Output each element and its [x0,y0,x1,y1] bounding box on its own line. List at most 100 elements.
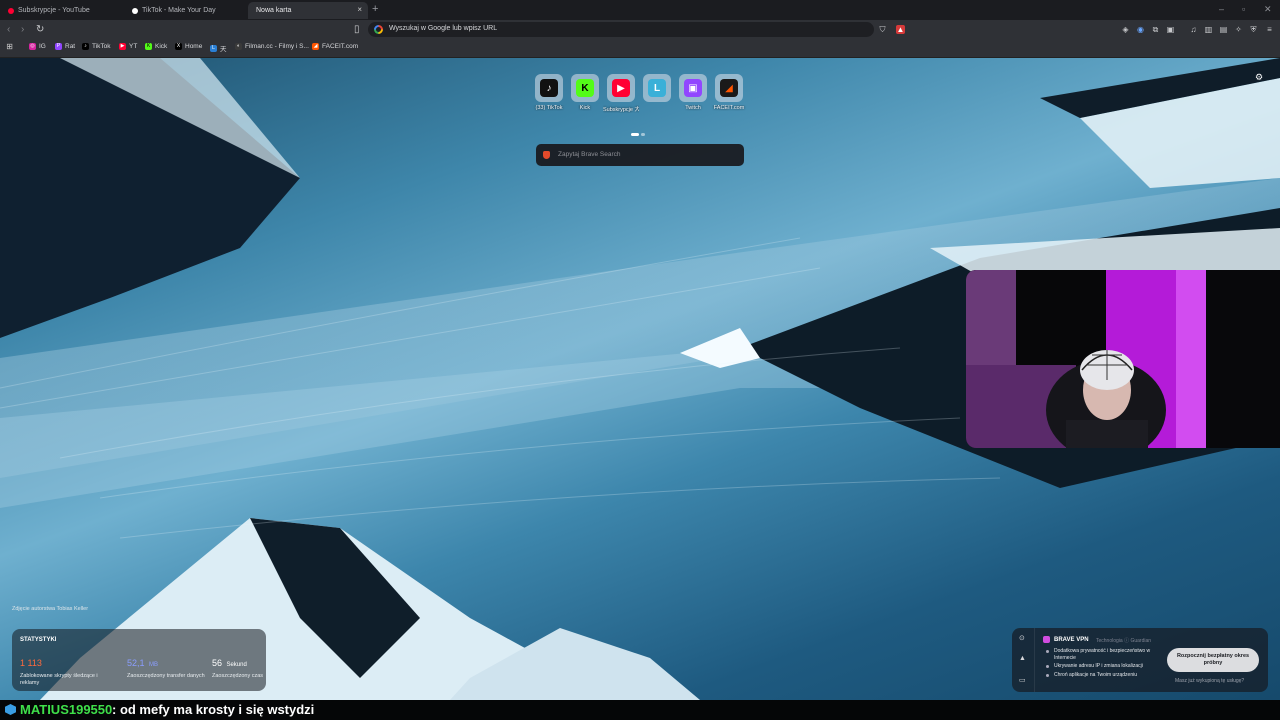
bookmark-item[interactable]: L天 [210,43,227,53]
maximize-button[interactable]: ▫ [1242,4,1245,14]
brave-search-box[interactable]: Zapytaj Brave Search [536,144,744,166]
bookmark-label: YT [129,43,138,50]
bookmark-label: FACEIT.com [322,43,359,50]
vpn-title-text: BRAVE VPN [1054,636,1089,643]
tab-title: Nowa karta [256,7,292,14]
youtube-icon: ▶ [612,79,630,97]
top-sites-pager[interactable] [631,123,647,141]
window-icon[interactable]: ▤ [1219,25,1228,34]
webcam-overlay [966,270,1280,448]
bookmark-item[interactable]: K Kick [145,43,167,50]
new-tab-button[interactable]: + [372,3,378,15]
bookmark-item[interactable]: ▶ YT [119,43,137,50]
address-placeholder: Wyszukaj w Google lub wpisz URL [389,25,498,32]
chat-overlay: MATIUS199550 : od mefy ma krosty i się w… [0,700,1280,720]
top-site-kick[interactable]: K Kick [567,74,603,111]
youtube-icon [8,7,14,14]
minimize-button[interactable]: – [1219,4,1224,14]
bookmarks-bar: ⊞ ◎ IG P Rat ♪ TikTok ▶ YT K Kick X Home L天 ◐ F… [0,40,1280,58]
bookmark-label: Filman.cc - Filmy i S... [245,43,309,50]
tab-youtube[interactable]: Subskrypcje - YouTube [0,2,120,19]
list-item: Ukrywanie adresu IP i zmiana lokalizacji [1046,663,1162,670]
kick-icon: K [576,79,594,97]
forward-icon[interactable]: › [21,24,24,35]
bookmark-item[interactable]: ♪ TikTok [82,43,111,50]
start-trial-button[interactable]: Rozpocznij bezpłatny okres próbny [1167,648,1259,672]
tab-tiktok[interactable]: TikTok - Make Your Day [124,2,244,19]
stat-unit: MB [148,662,158,668]
card-switcher: ⊙ ▲ ▭ [1012,628,1035,692]
brave-rewards-icon[interactable]: ▲ [896,25,905,34]
media-icon[interactable]: ♫ [1189,25,1198,34]
kick-icon: K [145,43,152,50]
already-purchased-link[interactable]: Masz już wykupioną tę usługę? [1175,678,1244,684]
brave-shields-icon[interactable]: ⛉ [878,25,887,34]
bookmark-label: Rat [65,43,76,50]
x-icon: X [175,43,182,50]
list-item: Dodatkowa prywatność i bezpieczeństwo w … [1046,648,1162,661]
top-site-twitch[interactable]: ▣ Twitch [675,74,711,111]
twitch-icon: ▣ [684,79,702,97]
apps-icon[interactable]: ⊞ [6,43,13,51]
bookmark-icon[interactable]: ▯ [354,24,360,35]
bookmark-item[interactable]: ◐ Filman.cc - Filmy i S... [235,43,309,50]
bookmark-favicon-icon: P [55,43,62,50]
vpn-rail-icon[interactable]: ⊙ [1019,634,1025,642]
faceit-icon: ◢ [720,79,738,97]
stat-description: Zaoszczędzony czas [212,673,264,679]
stat-value: 52,1 [127,658,145,668]
chat-badge-icon [5,704,16,715]
warning-icon[interactable]: ▲ [1019,655,1026,662]
extension-icon[interactable]: ◈ [1121,25,1130,34]
close-window-button[interactable]: ✕ [1264,4,1272,15]
bookmark-item[interactable]: ◎ IG [29,43,46,50]
stat-description: Zaoszczędzony transfer danych [127,673,205,679]
stat-time: 56 Sekund Zaoszczędzony czas [212,653,264,680]
stats-heading: STATYSTYKI [20,637,57,643]
tab-new-tab[interactable]: Nowa karta × [248,2,368,19]
stat-bandwidth: 52,1 MB Zaoszczędzony transfer danych [127,653,207,680]
chat-message: : od mefy ma krosty i się wstydzi [112,702,315,717]
back-icon[interactable]: ‹ [7,24,10,35]
sidebar-icon[interactable]: ▥ [1204,25,1213,34]
bookmark-label: Kick [155,43,168,50]
bookmark-item[interactable]: P Rat [55,43,75,50]
top-site-label: Twitch [685,105,701,111]
search-placeholder: Zapytaj Brave Search [558,151,621,158]
top-site-label: Kick [579,105,591,111]
wallet-icon[interactable]: ◉ [1136,25,1145,34]
top-site-label: Subskrypcje 大上天 Fill... [603,107,639,113]
site-l-icon: L [648,79,666,97]
list-item: Chroń aplikacje na Twoim urządzeniu [1046,672,1162,679]
tab-title: TikTok - Make Your Day [142,7,216,14]
address-bar[interactable]: Wyszukaj w Google lub wpisz URL [368,22,874,37]
vpn-icon[interactable]: ⛨ [1249,25,1258,34]
puzzle-icon[interactable]: ⧉ [1151,25,1160,34]
top-site-label: (33) TikTok [535,105,563,111]
brave-lion-icon [543,151,550,159]
stats-widget: STATYSTYKI 1 113 Zablokowane skrypty śle… [12,629,266,691]
tab-title: Subskrypcje - YouTube [18,7,90,14]
bookmark-item[interactable]: X Home [175,43,202,50]
youtube-icon: ▶ [119,43,126,50]
top-site-tiktok[interactable]: ♪ (33) TikTok [531,74,567,111]
tiktok-icon [132,7,138,14]
bookmark-item[interactable]: ◢ FACEIT.com [312,43,358,50]
vpn-features: Dodatkowa prywatność i bezpieczeństwo w … [1046,648,1162,680]
screen-icon[interactable]: ▭ [1019,676,1026,684]
top-site-faceit[interactable]: ◢ FACEIT.com [711,74,747,111]
screenshot-icon[interactable]: ▣ [1166,25,1175,34]
faceit-icon: ◢ [312,43,319,50]
bookmark-label: 天 [220,46,227,53]
top-site-youtube[interactable]: ▶ Subskrypcje 大上天 Fill... [603,74,639,113]
close-tab-icon[interactable]: × [357,5,362,14]
top-site-l[interactable]: L [639,74,675,105]
brave-vpn-logo-icon [1043,636,1050,643]
gear-icon[interactable]: ⚙ [1255,72,1263,83]
tab-strip: Subskrypcje - YouTube TikTok - Make Your… [0,0,1280,20]
stat-trackers: 1 113 Zablokowane skrypty śledzące i rek… [20,653,110,687]
photo-credit[interactable]: Zdjęcie autorstwa Tobias Keller [12,606,88,612]
menu-icon[interactable]: ≡ [1265,25,1274,34]
reload-icon[interactable]: ↻ [36,24,44,35]
leo-icon[interactable]: ✧ [1234,25,1243,34]
